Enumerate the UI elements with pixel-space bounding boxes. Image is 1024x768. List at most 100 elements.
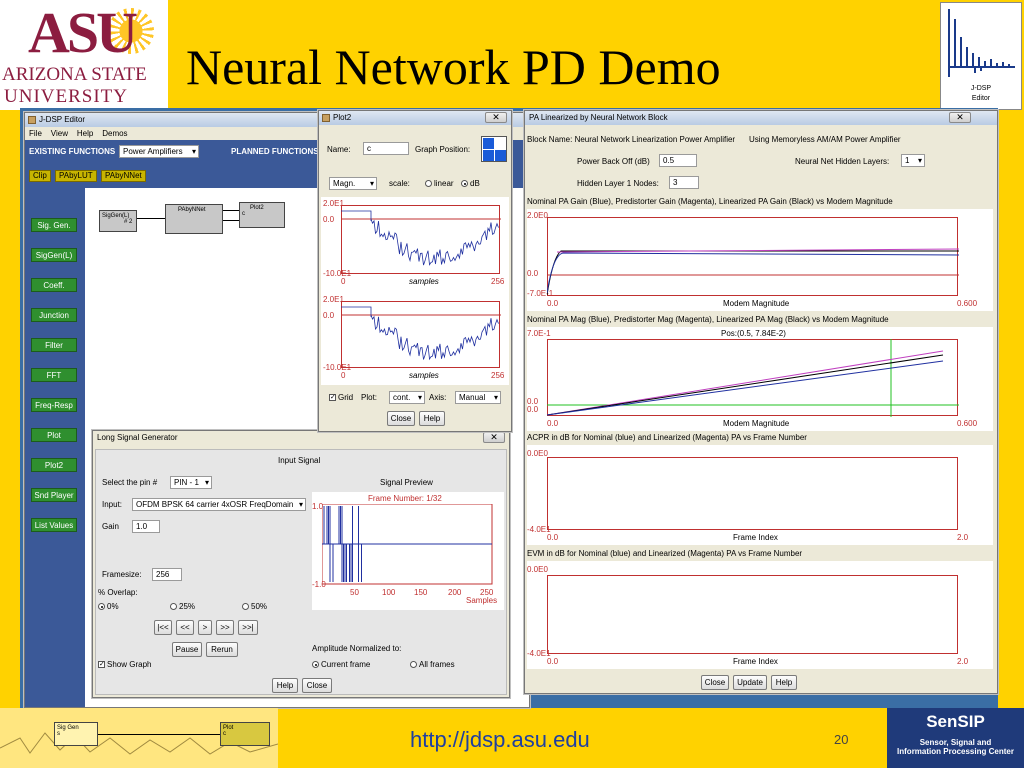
menu-demos[interactable]: Demos bbox=[102, 129, 127, 138]
sidebar-siggen-l[interactable]: SigGen(L) bbox=[31, 248, 77, 262]
amp-all-frames-option[interactable]: All frames bbox=[410, 660, 455, 669]
frame-number-label: Frame Number: 1/32 bbox=[368, 494, 442, 503]
pin-select[interactable]: PIN - 1 bbox=[170, 476, 212, 489]
block-pabynnet[interactable]: PAbyNNet bbox=[165, 204, 223, 234]
amp-current-frame-option[interactable]: Current frame bbox=[312, 660, 370, 669]
footer-url-link[interactable]: http://jdsp.asu.edu bbox=[410, 727, 590, 753]
acpr-x-label: Frame Index bbox=[733, 533, 778, 542]
plot2-help-button[interactable]: Help bbox=[419, 411, 445, 426]
pause-button[interactable]: Pause bbox=[172, 642, 202, 657]
graph-position-grid[interactable] bbox=[481, 136, 507, 162]
menu-help[interactable]: Help bbox=[77, 129, 93, 138]
preview-x-tick-50: 50 bbox=[350, 588, 359, 597]
nav-next-fast-button[interactable]: >> bbox=[216, 620, 234, 635]
menu-file[interactable]: File bbox=[29, 129, 42, 138]
cursor-position-readout: Pos:(0.5, 7.84E-2) bbox=[721, 329, 786, 338]
pa-using-label: Using Memoryless AM/AM Power Amplifier bbox=[749, 135, 901, 144]
overlap-25-label: 25% bbox=[179, 602, 196, 611]
scale-db-option[interactable]: dB bbox=[461, 179, 480, 188]
lsg-help-button[interactable]: Help bbox=[272, 678, 298, 693]
graph-position-cell[interactable] bbox=[483, 150, 494, 161]
footer-block2-sub: c bbox=[223, 731, 226, 737]
evm-y-max: 0.0E0 bbox=[527, 565, 548, 574]
bottom-x-end: 256 bbox=[491, 371, 505, 380]
existing-functions-label: EXISTING FUNCTIONS bbox=[29, 147, 116, 156]
sidebar-coeff[interactable]: Coeff. bbox=[31, 278, 77, 292]
mag-plot-svg bbox=[547, 339, 959, 417]
overlap-50-label: 50% bbox=[251, 602, 268, 611]
tool-pabynnet-button[interactable]: PAbyNNet bbox=[101, 170, 146, 182]
power-backoff-input[interactable]: 0.5 bbox=[659, 154, 697, 167]
nav-last-button[interactable]: >>| bbox=[238, 620, 258, 635]
gain-x-label: Modem Magnitude bbox=[723, 299, 790, 308]
planned-functions-label: PLANNED FUNCTIONS bbox=[231, 147, 319, 156]
framesize-input[interactable]: 256 bbox=[152, 568, 182, 581]
evm-x-start: 0.0 bbox=[547, 657, 559, 666]
pa-help-button[interactable]: Help bbox=[771, 675, 797, 690]
nav-first-button[interactable]: |<< bbox=[154, 620, 172, 635]
lsg-titlebar: Long Signal Generator ✕ bbox=[93, 431, 509, 445]
acpr-y-max: 0.0E0 bbox=[527, 449, 548, 458]
tool-clip-button[interactable]: Clip bbox=[29, 170, 51, 182]
preview-x-tick-100: 100 bbox=[382, 588, 396, 597]
scale-label: scale: bbox=[389, 179, 410, 188]
hidden-layers-select[interactable]: 1 bbox=[901, 154, 925, 167]
close-icon[interactable]: ✕ bbox=[483, 432, 505, 443]
overlap-option-25[interactable]: 25% bbox=[170, 602, 195, 611]
hidden-nodes-input[interactable]: 3 bbox=[669, 176, 699, 189]
plot-type-select[interactable]: cont. bbox=[389, 391, 425, 404]
sidebar-filter[interactable]: Filter bbox=[31, 338, 77, 352]
pa-update-button[interactable]: Update bbox=[733, 675, 767, 690]
grid-checkbox[interactable]: ✓ Grid bbox=[329, 393, 353, 402]
sidebar-sig-gen[interactable]: Sig. Gen. bbox=[31, 218, 77, 232]
plot2-close-button[interactable]: Close bbox=[387, 411, 415, 426]
sidebar-plot[interactable]: Plot bbox=[31, 428, 77, 442]
sensip-logo: SenSIP Sensor, Signal and Information Pr… bbox=[887, 708, 1024, 768]
axis-select[interactable]: Manual bbox=[455, 391, 501, 404]
graph-position-cell[interactable] bbox=[483, 138, 494, 149]
plot2-name-input[interactable]: c bbox=[363, 142, 409, 155]
acpr-plot-title: ACPR in dB for Nominal (blue) and Linear… bbox=[527, 433, 807, 442]
sidebar-freq-resp[interactable]: Freq-Resp bbox=[31, 398, 77, 412]
lsg-close-button[interactable]: Close bbox=[302, 678, 332, 693]
plot2-bottom-graph: 2.0E1 0.0 -10.0E1 0 samples 256 bbox=[321, 291, 509, 385]
signal-preview-plot: Frame Number: 1/32 1.0 -1.0 50 100 150 2… bbox=[312, 492, 504, 610]
sidebar-snd-player[interactable]: Snd Player bbox=[31, 488, 77, 502]
plot-mode-select[interactable]: Magn. bbox=[329, 177, 377, 190]
gain-plot: 2.0E0 0.0 -7.0E-1 0.0 Modem Magnitude 0.… bbox=[527, 209, 993, 311]
preview-x-label: Samples bbox=[466, 596, 498, 605]
function-category-select[interactable]: Power Amplifiers bbox=[119, 145, 199, 158]
nav-next-button[interactable]: > bbox=[198, 620, 212, 635]
radio-icon bbox=[242, 603, 249, 611]
sidebar-plot2[interactable]: Plot2 bbox=[31, 458, 77, 472]
hidden-layers-label: Neural Net Hidden Layers: bbox=[795, 157, 890, 166]
nav-prev-fast-button[interactable]: << bbox=[176, 620, 194, 635]
select-pin-label: Select the pin # bbox=[102, 478, 158, 487]
scale-linear-option[interactable]: linear bbox=[425, 179, 454, 188]
block-plot2[interactable]: Plot2 c bbox=[239, 202, 285, 228]
preview-x-tick-150: 150 bbox=[414, 588, 428, 597]
show-graph-checkbox[interactable]: ✓ Show Graph bbox=[98, 660, 151, 669]
pa-close-button[interactable]: Close bbox=[701, 675, 729, 690]
plot2-title: Plot2 bbox=[333, 113, 352, 122]
jdsp-logo: J-DSP Editor bbox=[940, 2, 1022, 110]
rerun-button[interactable]: Rerun bbox=[206, 642, 238, 657]
close-icon[interactable]: ✕ bbox=[949, 112, 971, 123]
sidebar-fft[interactable]: FFT bbox=[31, 368, 77, 382]
input-signal-select[interactable]: OFDM BPSK 64 carrier 4xOSR FreqDomain bbox=[132, 498, 306, 511]
sidebar-list-values[interactable]: List Values bbox=[31, 518, 77, 532]
gain-input[interactable]: 1.0 bbox=[132, 520, 160, 533]
overlap-option-50[interactable]: 50% bbox=[242, 602, 267, 611]
overlap-option-0[interactable]: 0% bbox=[98, 602, 119, 611]
acpr-plot: 0.0E0 -4.0E1 0.0 Frame Index 2.0 bbox=[527, 445, 993, 545]
radio-icon bbox=[98, 603, 105, 611]
amp-all-frames-label: All frames bbox=[419, 660, 455, 669]
graph-position-cell[interactable] bbox=[495, 150, 506, 161]
power-backoff-label: Power Back Off (dB) bbox=[577, 157, 650, 166]
sidebar-junction[interactable]: Junction bbox=[31, 308, 77, 322]
close-icon[interactable]: ✕ bbox=[485, 112, 507, 123]
block-siggen[interactable]: SigGen(L) # 2 bbox=[99, 210, 137, 232]
menu-view[interactable]: View bbox=[51, 129, 68, 138]
tool-pabylut-button[interactable]: PAbyLUT bbox=[55, 170, 97, 182]
desktop-screenshot: J-DSP Editor File View Help Demos EXISTI… bbox=[20, 108, 998, 708]
